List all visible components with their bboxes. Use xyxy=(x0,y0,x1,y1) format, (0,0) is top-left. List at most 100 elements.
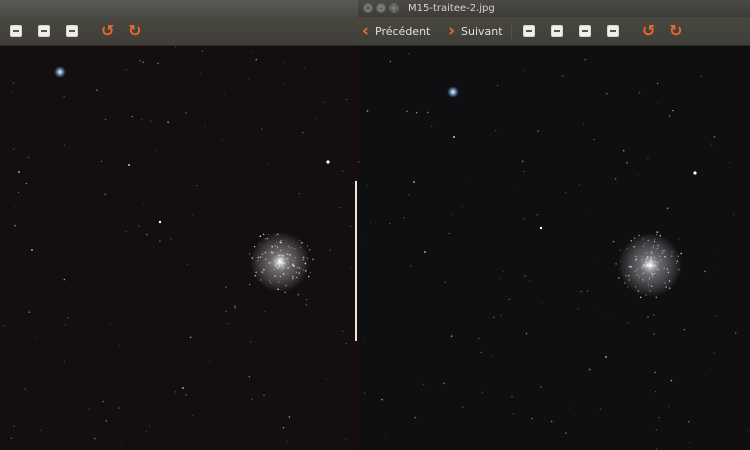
rotate-left-button[interactable]: ↺ xyxy=(642,23,655,39)
next-button[interactable]: › Suivant xyxy=(448,23,503,40)
star xyxy=(607,314,609,316)
star xyxy=(195,184,198,187)
fit-window-icon xyxy=(551,25,563,37)
star xyxy=(551,420,553,423)
star xyxy=(668,406,670,408)
maximize-icon[interactable]: □ xyxy=(389,3,399,13)
star xyxy=(67,317,69,319)
star xyxy=(14,206,16,207)
left-titlebar[interactable] xyxy=(0,0,358,17)
star xyxy=(670,379,673,382)
star xyxy=(192,214,193,216)
star xyxy=(540,386,542,388)
star xyxy=(495,130,497,132)
zoom-original-button[interactable] xyxy=(579,23,591,39)
star xyxy=(266,163,268,165)
star xyxy=(222,138,223,140)
rotate-left-icon: ↺ xyxy=(642,21,656,40)
star xyxy=(10,399,12,401)
star xyxy=(389,222,391,225)
star xyxy=(713,136,716,138)
star xyxy=(523,217,525,220)
rotate-right-button[interactable]: ↻ xyxy=(669,23,682,39)
star xyxy=(653,333,655,335)
left-fit-window-button[interactable] xyxy=(10,23,22,39)
bright-star xyxy=(424,251,426,253)
left-image-canvas[interactable] xyxy=(0,46,358,450)
star xyxy=(672,109,674,112)
star xyxy=(185,112,187,114)
star xyxy=(298,193,300,195)
cluster-star xyxy=(284,291,286,293)
close-icon[interactable]: × xyxy=(363,3,373,13)
right-titlebar[interactable]: × – □ M15-traitee-2.jpg xyxy=(358,0,750,17)
cluster-star xyxy=(262,233,265,236)
star xyxy=(656,448,658,450)
star xyxy=(593,138,595,141)
star xyxy=(143,202,144,204)
star xyxy=(263,394,265,396)
save-button[interactable] xyxy=(523,23,535,39)
star xyxy=(186,263,188,265)
star xyxy=(146,375,148,376)
star xyxy=(142,61,145,64)
fit-window-button[interactable] xyxy=(551,23,563,39)
star xyxy=(282,63,284,65)
star xyxy=(562,75,564,77)
window-edge-handle[interactable] xyxy=(355,181,357,341)
star xyxy=(167,121,169,124)
star xyxy=(622,149,625,152)
right-image-canvas[interactable] xyxy=(358,46,750,450)
star xyxy=(358,161,360,163)
bright-star xyxy=(693,171,697,175)
star xyxy=(647,157,649,160)
left-fullscreen-button[interactable] xyxy=(66,23,78,39)
star xyxy=(70,124,72,125)
star xyxy=(81,222,83,224)
right-star-field-image xyxy=(358,53,749,450)
star xyxy=(261,128,263,130)
left-rotate-left-button[interactable]: ↺ xyxy=(101,23,114,39)
star xyxy=(512,413,515,415)
star xyxy=(93,437,96,440)
star xyxy=(159,240,161,242)
star xyxy=(139,59,141,62)
star xyxy=(125,69,128,71)
previous-button[interactable]: ‹ Précédent xyxy=(362,21,430,41)
star xyxy=(637,173,639,176)
star xyxy=(12,82,14,84)
left-rotate-right-button[interactable]: ↻ xyxy=(128,23,141,39)
bright-star xyxy=(158,220,162,224)
star xyxy=(668,115,671,117)
star xyxy=(149,120,152,122)
star xyxy=(406,110,408,113)
star xyxy=(415,111,418,114)
star xyxy=(565,192,567,194)
star xyxy=(40,429,42,431)
star xyxy=(189,336,192,339)
star xyxy=(13,148,15,150)
star xyxy=(626,161,628,164)
star xyxy=(657,101,659,103)
star xyxy=(11,91,14,93)
star xyxy=(584,59,586,61)
star xyxy=(363,342,365,344)
left-zoom-original-button[interactable] xyxy=(38,23,50,39)
star xyxy=(65,324,66,326)
star xyxy=(13,425,15,427)
star xyxy=(714,315,717,317)
bright-star xyxy=(182,387,184,389)
cluster-star xyxy=(656,231,659,234)
star xyxy=(208,360,211,362)
star xyxy=(588,368,591,371)
star xyxy=(36,337,38,339)
star xyxy=(537,130,539,132)
fullscreen-button[interactable] xyxy=(607,23,619,39)
star xyxy=(350,267,352,269)
star xyxy=(18,192,20,193)
previous-arrow-icon: ‹ xyxy=(362,21,370,41)
bright-star xyxy=(539,226,543,230)
right-toolbar: ‹ Précédent › Suivant ↺ ↻ xyxy=(358,17,750,46)
minimize-icon[interactable]: – xyxy=(376,3,386,13)
star xyxy=(619,249,622,251)
